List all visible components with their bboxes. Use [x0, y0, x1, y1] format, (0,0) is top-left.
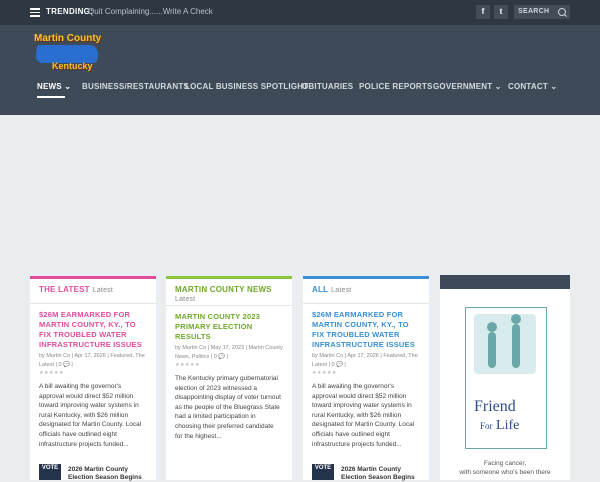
search-input[interactable]: SEARCH: [514, 5, 570, 19]
nav-contact[interactable]: CONTACT ⌄: [508, 82, 557, 91]
article-excerpt: A bill awaiting the governor's approval …: [39, 383, 142, 448]
nav-obituaries[interactable]: OBITUARIES: [302, 82, 353, 91]
article-meta: by Martin Co | Apr 17, 2026 | Featured, …: [312, 353, 418, 368]
ad-caption-2: with someone who's been there: [459, 469, 551, 476]
column-header[interactable]: THE LATEST Latest: [30, 279, 156, 303]
column-the-latest: THE LATEST Latest $26M EARMARKED FOR MART…: [30, 276, 156, 481]
logo-line1: Martin County: [34, 33, 102, 44]
article-thumbnail[interactable]: VOTE: [312, 464, 334, 480]
article-excerpt: The Kentucky primary gubernatorial elect…: [175, 375, 281, 440]
article-excerpt: A bill awaiting the governor's approval …: [312, 383, 415, 448]
site-header: Martin County Kentucky NEWS ⌄ BUSINESS/R…: [0, 25, 600, 115]
search-icon[interactable]: [558, 8, 566, 16]
next-article[interactable]: VOTE 2026 Martin County Election Season …: [312, 464, 424, 481]
nav-news[interactable]: NEWS ⌄: [37, 82, 71, 91]
top-bar: TRENDING: Quit Complaining......Write A …: [0, 0, 600, 25]
nav-active-indicator: [37, 96, 65, 98]
article-thumbnail[interactable]: VOTE: [39, 464, 61, 480]
ad-words-for-life: For Life: [480, 418, 520, 433]
article-title[interactable]: $26M EARMARKED FOR MARTIN COUNTY, KY., T…: [30, 310, 156, 350]
ad-word-friend: Friend: [474, 398, 516, 415]
article-title[interactable]: MARTIN COUNTY 2023 PRIMARY ELECTION RESU…: [166, 312, 292, 342]
column-header[interactable]: MARTIN COUNTY NEWS Latest: [166, 279, 292, 305]
main-nav: NEWS ⌄ BUSINESS/RESTAURANTS LOCAL BUSINE…: [0, 80, 600, 100]
nav-business-restaurants[interactable]: BUSINESS/RESTAURANTS: [82, 82, 189, 91]
column-all: ALL Latest $26M EARMARKED FOR MARTIN COUN…: [303, 276, 429, 481]
twitter-icon[interactable]: t: [494, 5, 508, 19]
sidebar-header-bar: [440, 275, 570, 289]
site-logo[interactable]: Martin County Kentucky: [32, 31, 104, 75]
column-martin-county-news: MARTIN COUNTY NEWS Latest MARTIN COUNTY 2…: [166, 276, 292, 480]
logo-line2: Kentucky: [52, 61, 93, 71]
ad-banner-area: [0, 115, 600, 275]
people-figures-icon: [474, 314, 536, 374]
friend-for-life-ad[interactable]: Friend For Life: [465, 307, 547, 449]
article-meta: by Martin Co | May 17, 2023 | Martin Cou…: [175, 345, 283, 360]
nav-local-business-spotlight[interactable]: LOCAL BUSINESS SPOTLIGHT: [185, 82, 308, 91]
article-title[interactable]: $26M EARMARKED FOR MARTIN COUNTY, KY., T…: [303, 310, 429, 350]
trending-link[interactable]: Quit Complaining......Write A Check: [88, 7, 213, 16]
nav-police-reports[interactable]: POLICE REPORTS: [359, 82, 432, 91]
next-article[interactable]: VOTE 2026 Martin County Election Season …: [39, 464, 151, 481]
article-meta: by Martin Co | Apr 17, 2026 | Featured, …: [39, 353, 145, 368]
trending-label: TRENDING:: [46, 7, 94, 16]
nav-government[interactable]: GOVERNMENT ⌄: [433, 82, 502, 91]
search-placeholder: SEARCH: [518, 8, 550, 15]
menu-icon[interactable]: [30, 8, 40, 17]
sidebar-widget: Friend For Life Facing cancer, with some…: [440, 275, 570, 480]
ad-caption-1: Facing cancer,: [483, 460, 527, 467]
facebook-icon[interactable]: f: [476, 5, 490, 19]
column-header[interactable]: ALL Latest: [303, 279, 429, 303]
